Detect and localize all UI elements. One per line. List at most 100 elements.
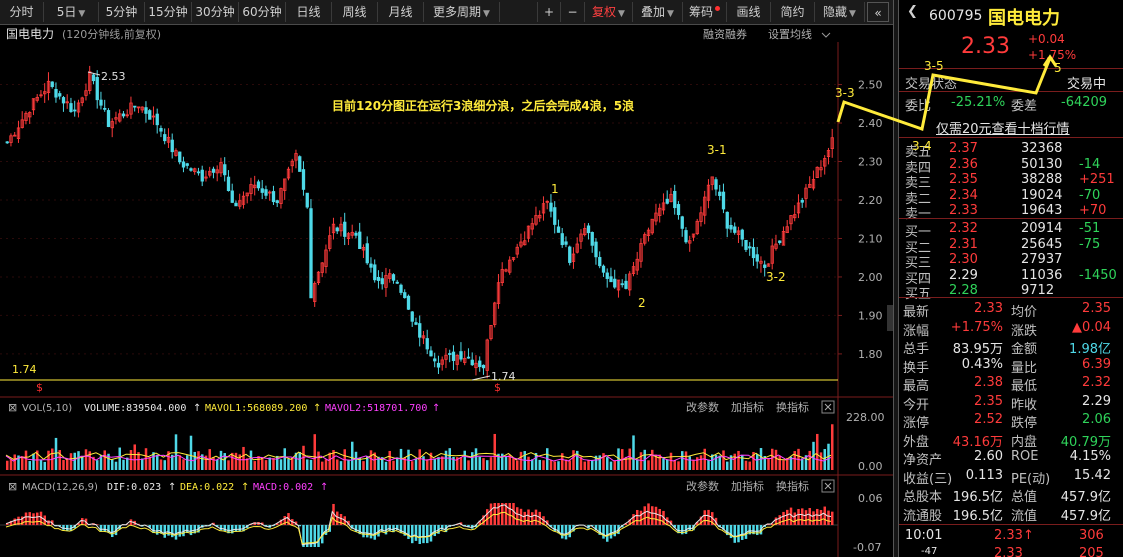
volume-bar <box>186 455 189 470</box>
chouma-button[interactable]: 筹码 <box>683 2 727 22</box>
period-tab-5min[interactable]: 5分钟 <box>99 2 145 22</box>
period-tab-intraday[interactable]: 分时 <box>0 2 44 22</box>
period-tab-15min[interactable]: 15分钟 <box>145 2 192 22</box>
macd-bar <box>508 503 511 525</box>
volume-bar <box>422 456 425 470</box>
period-label: 分时 <box>9 5 34 19</box>
order-row[interactable]: 买四 2.29 11036 -1450 <box>899 268 1123 287</box>
macd-bar <box>737 525 740 543</box>
macd-bar <box>632 514 635 525</box>
simple-mode-button[interactable]: 简约 <box>771 2 815 22</box>
margin-trading-link[interactable]: 融资融券 <box>703 27 747 41</box>
macd-bar <box>516 507 519 525</box>
candle-body <box>429 350 433 357</box>
order-row[interactable]: 卖五 2.37 32368 <box>899 141 1123 160</box>
period-tab-weekly[interactable]: 周线 <box>332 2 378 22</box>
macd-bar <box>422 525 425 544</box>
volume-bar <box>272 458 275 470</box>
ma-settings-link[interactable]: 设置均线 <box>768 27 812 41</box>
volume-bar <box>512 458 515 470</box>
order-volume: 19024 <box>1021 187 1063 203</box>
period-tab-5day[interactable]: 5日 ▼ <box>44 2 99 22</box>
macd-add-indicator-button[interactable]: 加指标 <box>731 479 764 493</box>
stat-label: 金额 <box>1011 342 1038 357</box>
order-row[interactable]: 买五 2.28 9712 <box>899 283 1123 302</box>
period-tab-60min[interactable]: 60分钟 <box>239 2 286 22</box>
vol-switch-indicator-button[interactable]: 换指标 <box>776 400 809 414</box>
candle-body <box>155 113 159 126</box>
macd-edit-params-button[interactable]: 改参数 <box>686 479 719 493</box>
close-icon <box>824 403 832 411</box>
order-price: 2.30 <box>949 252 978 267</box>
expand-panel-button[interactable]: « <box>867 2 889 22</box>
period-tab-30min[interactable]: 30分钟 <box>192 2 239 22</box>
weicha-value: -64209 <box>1061 95 1108 110</box>
candle-body <box>373 264 377 281</box>
zoom-out-button[interactable]: − <box>561 2 585 22</box>
chevron-down-icon: ▼ <box>618 9 625 19</box>
volume-bar <box>516 460 519 470</box>
level2-promo-link[interactable]: 仅需20元查看十档行情 <box>936 118 1070 137</box>
order-row[interactable]: 卖三 2.35 38288 +251 <box>899 172 1123 191</box>
vol-add-indicator-button[interactable]: 加指标 <box>731 400 764 414</box>
macd-bar <box>81 518 84 525</box>
volume-bar <box>602 453 605 470</box>
order-row[interactable]: 买三 2.30 27937 <box>899 252 1123 271</box>
vol-settings-icon[interactable]: ⊠ <box>8 401 17 414</box>
volume-bar <box>426 459 429 470</box>
quote-panel: ❮ 600795 国电电力 2.33 +0.04 +1.75% 交易状态 交易中… <box>899 0 1123 557</box>
volume-bar <box>692 460 695 470</box>
stat-value: 2.60 <box>974 449 1003 464</box>
hide-button[interactable]: 隐藏 ▼ <box>815 2 865 22</box>
mavol1-value: MAVOL1:568089.200 <box>205 403 307 414</box>
volume-bar <box>287 459 290 470</box>
notification-dot-icon <box>715 6 720 11</box>
volume-bar <box>647 460 650 470</box>
order-row[interactable]: 买一 2.32 20914 -51 <box>899 221 1123 240</box>
candle-body <box>50 81 54 87</box>
stat-label: 昨收 <box>1011 397 1038 413</box>
volume-bar <box>163 460 166 470</box>
volume-bar <box>733 453 736 470</box>
vol-edit-params-button[interactable]: 改参数 <box>686 400 719 414</box>
macd-bar <box>163 525 166 538</box>
zoom-in-button[interactable]: + <box>537 2 561 22</box>
period-tab-daily[interactable]: 日线 <box>286 2 332 22</box>
candle-body <box>271 191 276 203</box>
order-row[interactable]: 买二 2.31 25645 -75 <box>899 236 1123 256</box>
macd-settings-icon[interactable]: ⊠ <box>8 480 17 493</box>
volume-bar <box>253 461 256 470</box>
kline-chart[interactable]: 国电电力 (120分钟线,前复权) 融资融券 设置均线 1.80 1.90 2.00… <box>0 25 893 557</box>
order-row[interactable]: 卖一 2.33 19643 +70 <box>899 203 1123 222</box>
order-volume: 25645 <box>1021 236 1063 252</box>
macd-bar <box>501 503 504 525</box>
candle-body <box>391 274 396 281</box>
order-row[interactable]: 卖二 2.34 19024 -70 <box>899 187 1123 207</box>
period-label: 日线 <box>296 5 321 19</box>
volume-bar <box>459 457 463 470</box>
stat-value: 2.33 <box>974 301 1003 316</box>
order-volume: 32368 <box>1021 141 1063 156</box>
order-row[interactable]: 卖四 2.36 50130 -14 <box>899 157 1123 176</box>
volume-bar <box>354 451 358 470</box>
overlay-button[interactable]: 叠加 ▼ <box>633 2 683 22</box>
volume-bar <box>279 459 283 470</box>
volume-bar <box>32 453 35 470</box>
candle-body <box>91 74 96 82</box>
volume-bar <box>707 459 710 470</box>
order-price: 2.33 <box>949 203 978 218</box>
fuquan-button[interactable]: 复权 ▼ <box>585 2 633 22</box>
volume-bar <box>681 451 684 470</box>
macd-switch-indicator-button[interactable]: 换指标 <box>776 479 809 493</box>
candle-body <box>61 97 66 104</box>
expand-arrow-icon[interactable]: ❮ <box>907 4 918 19</box>
macd-bar <box>381 525 384 533</box>
volume-bar <box>463 450 466 470</box>
candle-body <box>133 105 137 108</box>
draw-line-button[interactable]: 画线 <box>727 2 771 22</box>
period-label: 月线 <box>388 5 413 19</box>
period-tab-more[interactable]: 更多周期 ▼ <box>424 2 500 22</box>
period-tab-monthly[interactable]: 月线 <box>378 2 424 22</box>
macd-bar <box>373 525 376 540</box>
period-label: 周线 <box>342 5 367 19</box>
